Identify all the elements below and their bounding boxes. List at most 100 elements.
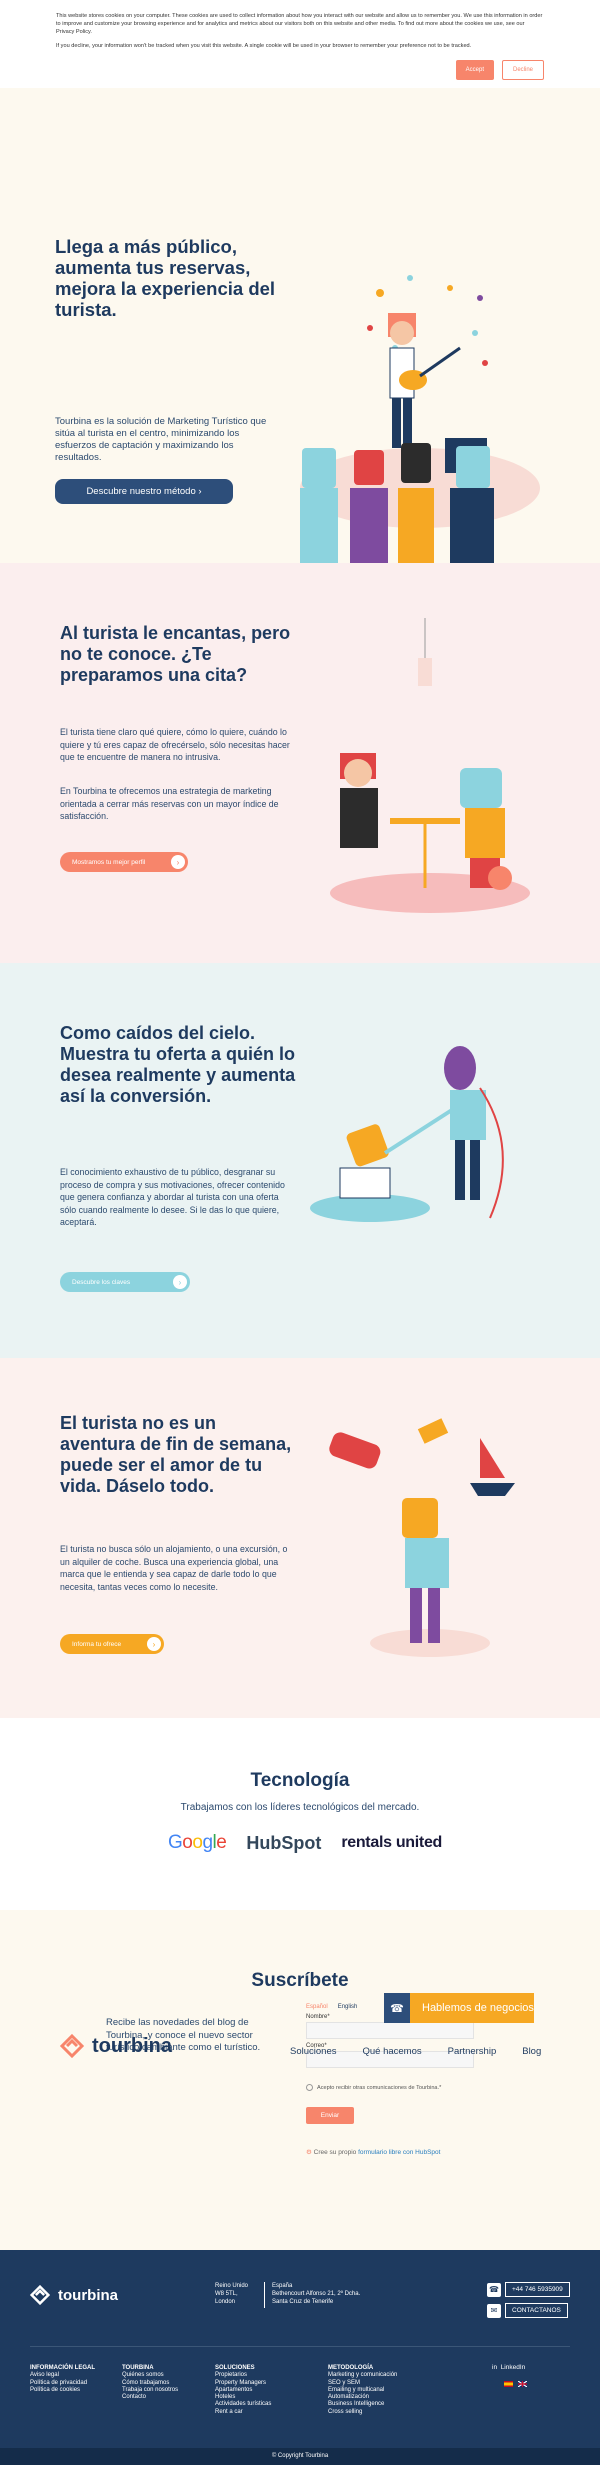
sky-desc: El conocimiento exhaustivo de tu público… bbox=[60, 1167, 285, 1227]
talk-business-label: Hablemos de negocios bbox=[422, 2002, 534, 2014]
footer-link[interactable]: Propietarios bbox=[215, 2372, 271, 2379]
footer-link[interactable]: Hoteles bbox=[215, 2394, 271, 2401]
decline-cookies-button[interactable]: Decline bbox=[501, 60, 544, 80]
arrow-right-icon: › bbox=[171, 855, 185, 869]
chat-icon: ✉ bbox=[487, 2303, 501, 2318]
lang-en[interactable]: English bbox=[338, 2004, 358, 2010]
nav-blog[interactable]: Blog bbox=[522, 2046, 541, 2057]
tech-subtitle: Trabajamos con los líderes tecnológicos … bbox=[180, 1802, 420, 1813]
best-profile-label: Mostramos tu mejor perfil bbox=[72, 858, 146, 866]
talk-business-button[interactable]: ☎ Hablemos de negocios bbox=[384, 1993, 534, 2023]
name-field[interactable] bbox=[306, 2022, 474, 2039]
footer-brand: tourbina bbox=[58, 2286, 118, 2304]
sky-section: Como caídos del cielo. Muestra tu oferta… bbox=[0, 963, 600, 1358]
subscribe-form: Español English Nombre* Correo* Acepto r… bbox=[306, 2004, 476, 2156]
hubspot-logo: HubSpot bbox=[246, 1832, 322, 1853]
footer-link[interactable]: Business Intelligence bbox=[328, 2401, 397, 2408]
footer-link[interactable]: Apartamentos bbox=[215, 2387, 271, 2394]
tech-section: Tecnología Trabajamos con los líderes te… bbox=[0, 1718, 600, 1910]
footer-link[interactable]: Cómo trabajamos bbox=[122, 2380, 178, 2387]
submit-button[interactable]: Enviar bbox=[306, 2107, 354, 2124]
footer-link[interactable]: Aviso legal bbox=[30, 2372, 95, 2379]
address-line: Bethencourt Alfonso 21, 2º Dcha. bbox=[272, 2291, 361, 2297]
footer-col-heading: SOLUCIONES bbox=[215, 2365, 255, 2371]
cookie-text: This website stores cookies on your comp… bbox=[56, 13, 543, 35]
phone-icon: ☎ bbox=[384, 1993, 410, 2023]
footer-col-tourbina: TOURBINA Quiénes somos Cómo trabajamos T… bbox=[122, 2365, 178, 2401]
footer-link[interactable]: Trabaja con nosotros bbox=[122, 2387, 178, 2394]
hubspot-credit: ⚙ Cree su propio formulario libre con Hu… bbox=[306, 2148, 476, 2156]
accept-cookies-button[interactable]: Accept bbox=[455, 60, 494, 80]
footer-logo[interactable]: tourbina bbox=[30, 2285, 118, 2305]
address-line: Santa Cruz de Tenerife bbox=[272, 2299, 334, 2305]
footer-col-heading: INFORMACIÓN LEGAL bbox=[30, 2365, 95, 2371]
footer-link[interactable]: Contacto bbox=[122, 2394, 178, 2401]
date-title: Al turista le encantas, pero no te conoc… bbox=[60, 623, 291, 685]
footer-link[interactable]: Cross selling bbox=[328, 2409, 397, 2416]
address-line: W8 5TL, bbox=[215, 2291, 238, 2297]
tourbina-logo-icon bbox=[30, 2285, 50, 2305]
date-desc-1: El turista tiene claro qué quiere, cómo … bbox=[60, 727, 290, 762]
arrow-right-icon: › bbox=[173, 1275, 187, 1289]
footer-link[interactable]: Property Managers bbox=[215, 2380, 271, 2387]
date-desc-2: En Tourbina te ofrecemos una estrategia … bbox=[60, 786, 279, 821]
love-section: El turista no es un aventura de fin de s… bbox=[0, 1358, 600, 1718]
footer-link[interactable]: Marketing y comunicación bbox=[328, 2372, 397, 2379]
footer-col-heading: METODOLOGÍA bbox=[328, 2365, 374, 2371]
phone-icon: ☎ bbox=[487, 2282, 501, 2297]
address-uk: Reino Unido W8 5TL, London bbox=[215, 2282, 248, 2306]
rentals-united-logo: rentals united bbox=[341, 1834, 443, 1851]
footer-divider bbox=[30, 2346, 570, 2347]
love-title: El turista no es un aventura de fin de s… bbox=[60, 1413, 292, 1496]
tech-logos: Google HubSpot rentals united bbox=[168, 1832, 442, 1854]
nav-que-hacemos[interactable]: Qué hacemos bbox=[362, 2046, 421, 2057]
sky-title: Como caídos del cielo. Muestra tu oferta… bbox=[60, 1023, 296, 1106]
footer-link[interactable]: Política de privacidad bbox=[30, 2380, 95, 2387]
google-logo: Google bbox=[168, 1832, 227, 1853]
lang-es[interactable]: Español bbox=[306, 2004, 328, 2010]
arrow-right-icon: › bbox=[147, 1637, 161, 1651]
hubspot-link[interactable]: formulario libre con HubSpot bbox=[358, 2149, 440, 2156]
offer-button[interactable]: Informa tu ofrece › bbox=[60, 1634, 164, 1654]
spain-flag-icon[interactable] bbox=[504, 2381, 513, 2387]
footer-contact: ☎ +44 746 5935909 ✉ CONTACTANOS bbox=[487, 2282, 570, 2324]
footer-link[interactable]: Quiénes somos bbox=[122, 2372, 178, 2379]
uk-flag-icon[interactable] bbox=[518, 2381, 527, 2387]
discover-method-button[interactable]: Descubre nuestro método › bbox=[55, 479, 233, 504]
date-illustration bbox=[330, 618, 530, 913]
hero-title: Llega a más público, aumenta tus reserva… bbox=[55, 236, 276, 320]
consent-checkbox[interactable] bbox=[306, 2084, 313, 2091]
offer-label: Informa tu ofrece bbox=[72, 1640, 122, 1648]
footer-col-heading: TOURBINA bbox=[122, 2365, 154, 2371]
discover-keys-button[interactable]: Descubre los claves › bbox=[60, 1272, 190, 1292]
footer-link[interactable]: Automatización bbox=[328, 2394, 397, 2401]
linkedin-icon: in bbox=[492, 2364, 498, 2371]
nav-partnership[interactable]: Partnership bbox=[448, 2046, 497, 2057]
hubspot-icon: ⚙ bbox=[306, 2149, 312, 2156]
discover-method-label: Descubre nuestro método bbox=[86, 486, 196, 497]
footer-link[interactable]: Política de cookies bbox=[30, 2387, 95, 2394]
linkedin-label: LinkedIn bbox=[500, 2364, 526, 2371]
contact-button[interactable]: CONTACTANOS bbox=[505, 2303, 568, 2318]
tourbina-logo-icon bbox=[60, 2034, 84, 2058]
subscribe-section: Suscríbete Recibe las novedades del blog… bbox=[0, 1910, 600, 2250]
footer-link[interactable]: Emailing y multicanal bbox=[328, 2387, 397, 2394]
footer-link[interactable]: SEO y SEM bbox=[328, 2380, 397, 2387]
tech-title: Tecnología bbox=[250, 1770, 350, 1791]
phone-number[interactable]: +44 746 5935909 bbox=[505, 2282, 570, 2297]
consent-label: Acepto recibir otras comunicaciones de T… bbox=[317, 2084, 442, 2091]
address-line: Reino Unido bbox=[215, 2283, 249, 2289]
sky-illustration bbox=[310, 1046, 504, 1222]
footer-link[interactable]: Rent a car bbox=[215, 2409, 271, 2416]
address-line: London bbox=[215, 2299, 236, 2305]
main-nav: Soluciones Qué hacemos Partnership Blog bbox=[290, 2046, 541, 2057]
subscribe-title: Suscríbete bbox=[251, 1970, 349, 1991]
hubspot-text: Cree su propio bbox=[313, 2149, 357, 2156]
nav-soluciones[interactable]: Soluciones bbox=[290, 2046, 336, 2057]
header-logo[interactable]: tourbina bbox=[60, 2034, 172, 2058]
language-flags bbox=[504, 2381, 527, 2387]
footer-link[interactable]: Actividades turísticas bbox=[215, 2401, 271, 2408]
best-profile-button[interactable]: Mostramos tu mejor perfil › bbox=[60, 852, 188, 872]
linkedin-link[interactable]: in LinkedIn bbox=[492, 2364, 525, 2371]
discover-keys-label: Descubre los claves bbox=[72, 1278, 131, 1286]
